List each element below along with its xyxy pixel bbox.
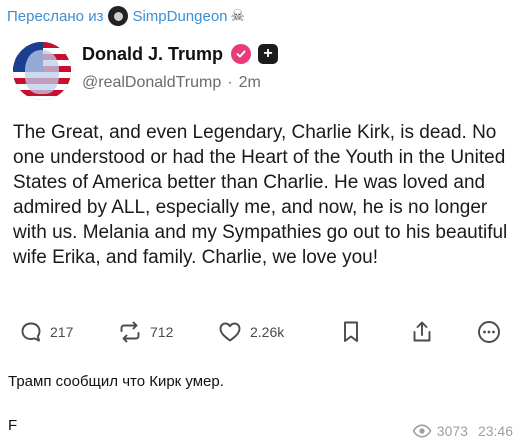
message-tail-text: F	[8, 417, 18, 434]
plus-icon[interactable]: +	[258, 44, 279, 64]
checkmark-icon	[236, 50, 246, 58]
bookmark-icon	[344, 321, 358, 342]
like-button[interactable]: 2.26k	[218, 318, 284, 346]
skull-icon: ☠	[230, 8, 245, 25]
channel-avatar-icon[interactable]	[108, 6, 129, 26]
view-count: 3073	[436, 423, 468, 439]
message-meta: 3073 23:46	[412, 423, 513, 439]
verified-icon	[231, 44, 252, 64]
forwarded-prefix: Переслано из	[7, 7, 104, 25]
post-action-bar: 217 712 2.26k	[20, 318, 505, 346]
post-handle-row: @realDonaldTrump · 2m	[82, 74, 261, 92]
author-photo	[25, 50, 59, 94]
more-options-button[interactable]	[477, 318, 501, 346]
like-icon	[219, 322, 241, 342]
post-author-avatar[interactable]	[13, 42, 71, 100]
reply-button[interactable]: 217	[20, 318, 73, 346]
bookmark-button[interactable]	[341, 318, 361, 346]
more-icon	[478, 321, 500, 343]
message-time: 23:46	[477, 423, 513, 439]
share-icon	[413, 321, 431, 342]
like-count: 2.26k	[250, 324, 285, 340]
share-button[interactable]	[411, 318, 433, 346]
repost-icon	[120, 321, 140, 343]
message-caption: Трамп сообщил что Кирк умер.	[8, 373, 224, 390]
reply-count: 217	[50, 324, 74, 340]
forwarded-header[interactable]: Переслано из SimpDungeon ☠	[7, 5, 245, 27]
post-author-row: Donald J. Trump +	[82, 42, 279, 66]
post-age: 2m	[238, 74, 261, 91]
post-screenshot-card[interactable]: Donald J. Trump + @realDonaldTrump · 2m …	[0, 30, 521, 360]
post-handle[interactable]: @realDonaldTrump	[82, 74, 221, 92]
eye-icon	[412, 424, 432, 438]
repost-button[interactable]: 712	[118, 318, 173, 346]
reply-icon	[21, 322, 41, 342]
repost-count: 712	[150, 324, 174, 340]
post-body-text: The Great, and even Legendary, Charlie K…	[13, 122, 508, 268]
post-author-name[interactable]: Donald J. Trump	[82, 44, 223, 65]
forwarded-channel-link[interactable]: SimpDungeon	[132, 8, 227, 25]
handle-separator: ·	[227, 74, 233, 91]
